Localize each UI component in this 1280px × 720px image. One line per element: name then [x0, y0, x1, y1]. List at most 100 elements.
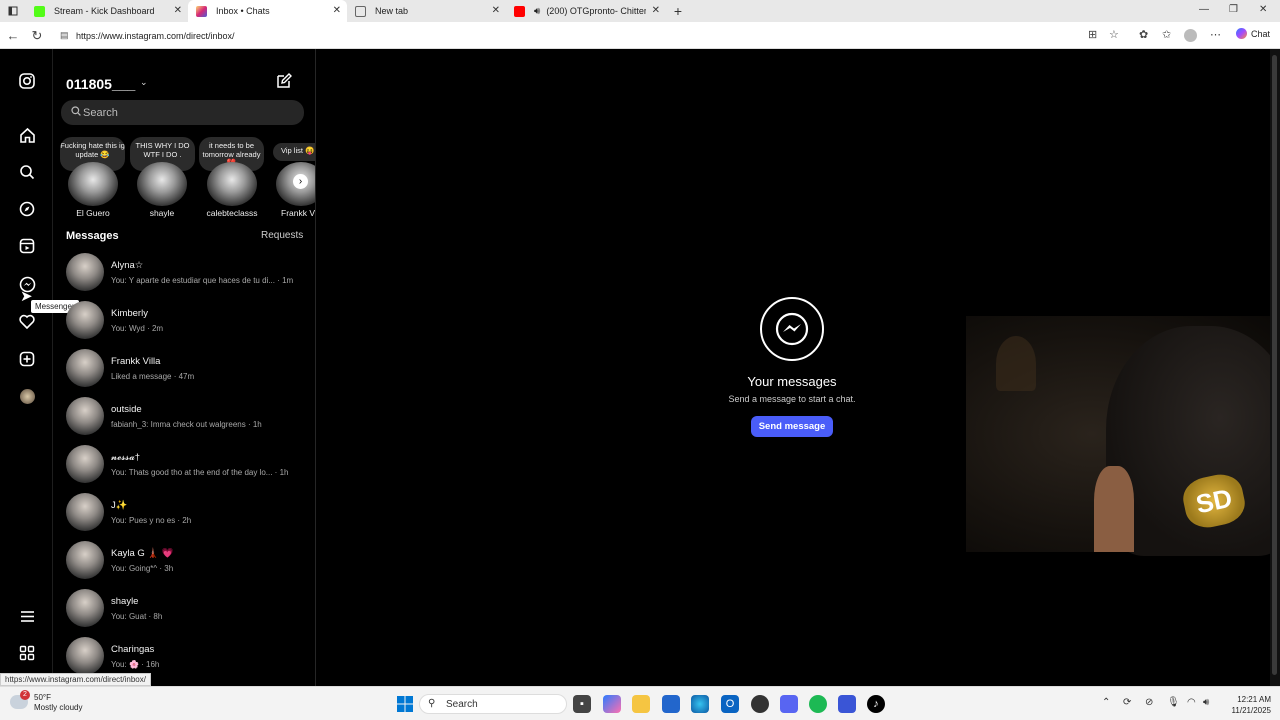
- conversation-preview: fabianh_3: Imma check out walgreens · 1h: [111, 420, 262, 429]
- conversation-row[interactable]: J✨ You: Pues y no es · 2h: [53, 489, 315, 537]
- conversation-preview: You: Y aparte de estudiar que haces de t…: [111, 276, 294, 285]
- tray-app-icon[interactable]: ⟳: [1123, 697, 1131, 708]
- note-name: calebteclasss: [206, 208, 258, 218]
- url-field[interactable]: ▤ https://www.instagram.com/direct/inbox…: [56, 25, 1106, 46]
- compose-message-icon[interactable]: [276, 73, 292, 94]
- conversation-preview: You: Pues y no es · 2h: [111, 516, 192, 525]
- meta-apps-icon[interactable]: [17, 643, 37, 663]
- instagram-app: Messenger ➤ 011805___ ⌄ Search Fucking h…: [0, 49, 1280, 686]
- conversation-row[interactable]: Alyna☆ You: Y aparte de estudiar que hac…: [53, 249, 315, 297]
- conversation-preview: You: Thats good tho at the end of the da…: [111, 468, 289, 477]
- notifications-heart-icon[interactable]: [17, 311, 37, 331]
- close-tab-icon[interactable]: ✕: [333, 5, 341, 16]
- close-window-icon[interactable]: ✕: [1259, 4, 1267, 15]
- note-avatar[interactable]: [137, 162, 187, 206]
- account-username[interactable]: 011805___: [66, 76, 135, 92]
- kick-favicon-icon: [34, 5, 45, 17]
- extensions-icon[interactable]: ✿: [1139, 28, 1148, 41]
- microphone-icon[interactable]: 🎙︎: [1167, 697, 1180, 708]
- conversation-preview: Liked a message · 47m: [111, 372, 195, 381]
- search-icon[interactable]: [17, 162, 37, 182]
- start-windows-icon[interactable]: [396, 695, 414, 713]
- minimize-icon[interactable]: —: [1199, 4, 1209, 15]
- close-tab-icon[interactable]: ✕: [492, 5, 500, 16]
- tab-label: New tab: [375, 6, 409, 16]
- profile-avatar[interactable]: [17, 386, 37, 406]
- store-icon[interactable]: [662, 695, 680, 713]
- conversation-row[interactable]: Kayla G 🗼 💗 You: Going*^ · 3h: [53, 537, 315, 585]
- back-icon[interactable]: ←: [1, 28, 25, 43]
- copilot-icon: [1236, 28, 1247, 39]
- file-explorer-icon[interactable]: [632, 695, 650, 713]
- volume-icon[interactable]: 🔊︎: [1203, 697, 1209, 708]
- site-info-icon[interactable]: ▤: [60, 30, 69, 41]
- tab-youtube[interactable]: 🔊︎ (200) OTGpronto- Chitter Ch ✕: [506, 0, 666, 22]
- conversation-name: shayle: [111, 596, 139, 607]
- close-tab-icon[interactable]: ✕: [174, 5, 182, 16]
- discord-icon[interactable]: [780, 695, 798, 713]
- chevron-down-icon[interactable]: ⌄: [140, 77, 148, 88]
- reels-icon[interactable]: [17, 236, 37, 256]
- explore-compass-icon[interactable]: [17, 199, 37, 219]
- obs-icon[interactable]: [751, 695, 769, 713]
- note-name: Frankk Vill: [281, 208, 315, 218]
- show-hidden-icons-chevron-icon[interactable]: ⌃: [1102, 697, 1110, 708]
- page-scrollbar[interactable]: [1270, 49, 1280, 686]
- tab-new[interactable]: New tab ✕: [347, 0, 506, 22]
- conversation-row[interactable]: Frankk Villa Liked a message · 47m: [53, 345, 315, 393]
- instagram-favicon-icon: [196, 5, 207, 17]
- empty-state-subtitle: Send a message to start a chat.: [728, 394, 856, 404]
- favorite-star-icon[interactable]: ☆: [1109, 28, 1119, 41]
- profile-avatar[interactable]: [1184, 29, 1197, 42]
- taskbar-search-input[interactable]: ⚲ Search: [419, 694, 567, 714]
- next-notes-chevron-icon[interactable]: ›: [293, 174, 308, 189]
- copilot-icon[interactable]: [603, 695, 621, 713]
- conversation-row[interactable]: outside fabianh_3: Imma check out walgre…: [53, 393, 315, 441]
- create-plus-icon[interactable]: [17, 349, 37, 369]
- tab-instagram[interactable]: Inbox • Chats ✕: [188, 0, 347, 22]
- app-icon[interactable]: [838, 695, 856, 713]
- wifi-icon[interactable]: ◠: [1187, 697, 1196, 708]
- apps-icon[interactable]: ⊞: [1088, 28, 1097, 41]
- restore-icon[interactable]: ❐: [1229, 4, 1238, 15]
- reload-icon[interactable]: ↻: [25, 28, 49, 44]
- tab-actions-icon[interactable]: [0, 0, 26, 22]
- scrollbar-thumb[interactable]: [1272, 55, 1277, 675]
- more-menu-icon[interactable]: ⋯: [1210, 28, 1221, 41]
- requests-link[interactable]: Requests: [261, 230, 303, 241]
- webcam-video-overlay[interactable]: SD: [966, 316, 1280, 556]
- tray-meet-icon[interactable]: ⊘: [1145, 697, 1153, 708]
- conversation-row[interactable]: shayle You: Guat · 8h: [53, 585, 315, 633]
- note-avatar[interactable]: [207, 162, 257, 206]
- note-bubble[interactable]: Vip list 😝: [273, 143, 315, 161]
- tab-kick[interactable]: Stream - Kick Dashboard ✕: [26, 0, 188, 22]
- search-icon: ⚲: [428, 698, 436, 709]
- spotify-icon[interactable]: [809, 695, 827, 713]
- weather-widget[interactable]: 2 50°F Mostly cloudy: [10, 690, 82, 713]
- conversation-row[interactable]: 𝓷𝓮𝓼𝓼𝓪† You: Thats good tho at the end of…: [53, 441, 315, 489]
- send-message-button[interactable]: Send message: [751, 416, 833, 437]
- favorites-icon[interactable]: ✩: [1162, 28, 1171, 41]
- tab-label: Stream - Kick Dashboard: [54, 6, 155, 16]
- conversation-row[interactable]: Kimberly You: Wyd · 2m: [53, 297, 315, 345]
- home-icon[interactable]: [17, 125, 37, 145]
- task-view-icon[interactable]: ▪: [573, 695, 591, 713]
- conversation-avatar: [66, 397, 104, 435]
- copilot-chat-button[interactable]: Chat: [1236, 28, 1270, 39]
- edge-icon[interactable]: [691, 695, 709, 713]
- conversation-avatar: [66, 445, 104, 483]
- browser-tab-bar: Stream - Kick Dashboard ✕ Inbox • Chats …: [0, 0, 1280, 22]
- outlook-icon[interactable]: O: [721, 695, 739, 713]
- close-tab-icon[interactable]: ✕: [652, 5, 660, 16]
- tiktok-icon[interactable]: ♪: [867, 695, 885, 713]
- instagram-logo-icon[interactable]: [17, 71, 37, 91]
- messenger-icon: [760, 297, 824, 361]
- note-avatar[interactable]: [68, 162, 118, 206]
- more-menu-icon[interactable]: [17, 606, 37, 626]
- new-tab-button[interactable]: +: [666, 3, 690, 19]
- conversation-preview: You: Guat · 8h: [111, 612, 163, 621]
- conversation-preview: You: Wyd · 2m: [111, 324, 164, 333]
- system-clock[interactable]: 12:21 AM 11/21/2025: [1223, 694, 1271, 716]
- speaker-icon[interactable]: 🔊︎: [534, 6, 540, 17]
- search-input[interactable]: Search: [61, 100, 304, 125]
